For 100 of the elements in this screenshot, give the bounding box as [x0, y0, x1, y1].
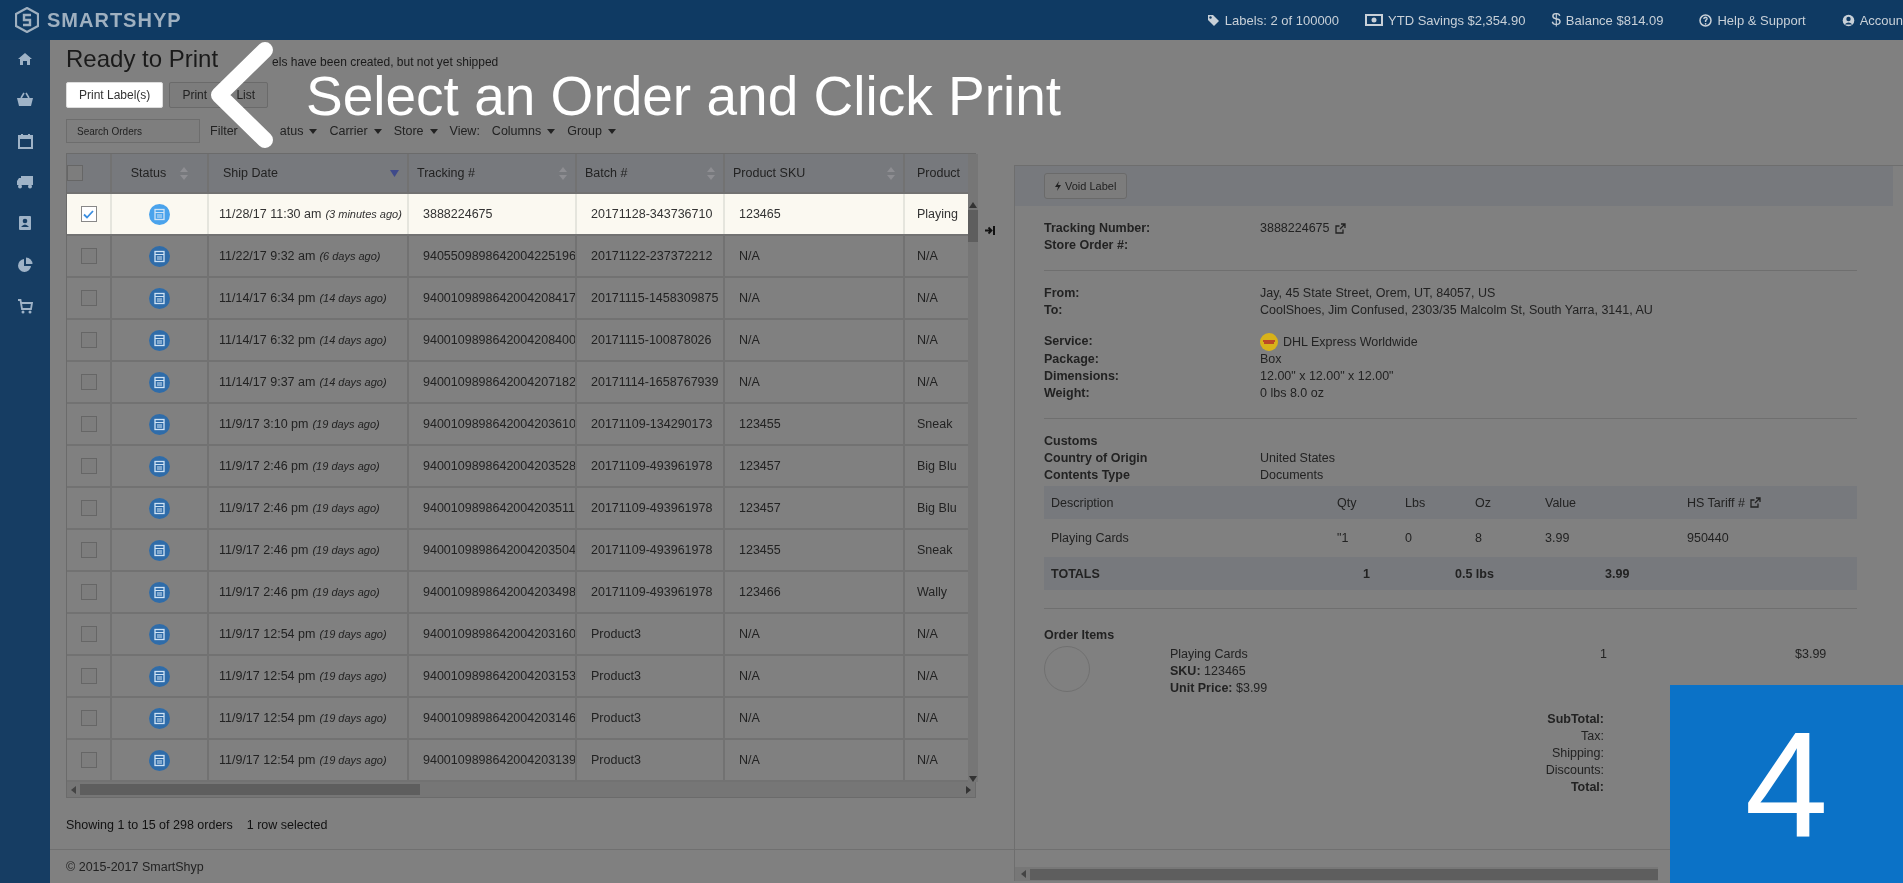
- column-header[interactable]: Tracking #: [417, 166, 475, 180]
- expand-panel-icon[interactable]: [984, 225, 996, 236]
- field-label: Service:: [1044, 333, 1094, 350]
- caret-icon[interactable]: [373, 128, 382, 134]
- external-link-icon[interactable]: [1334, 223, 1346, 234]
- label-status-icon: [149, 413, 170, 435]
- row-checkbox[interactable]: [80, 458, 97, 474]
- tracking-link[interactable]: 3888224675: [1260, 220, 1330, 237]
- tracking-number: 9400109898642004208417: [407, 278, 575, 318]
- tracking-number: 9400109898642004203160: [407, 614, 575, 654]
- caret-icon[interactable]: [547, 128, 556, 134]
- row-checkbox[interactable]: [80, 416, 97, 432]
- truck-icon[interactable]: [16, 175, 34, 189]
- row-checkbox[interactable]: [80, 542, 97, 558]
- row-checkbox[interactable]: [80, 206, 97, 222]
- row-checkbox[interactable]: [80, 248, 97, 264]
- field-label: Country of Origin: [1044, 450, 1149, 467]
- stat-text: Balance $814.09: [1565, 12, 1664, 28]
- copyright-text: © 2015-2017 SmartShyp: [66, 859, 204, 874]
- tag-icon: [1206, 13, 1220, 27]
- filter-dropdown[interactable]: Columns: [491, 124, 542, 138]
- table-cell: 11/9/17 2:46 pm (19 days ago): [207, 488, 407, 528]
- cart-icon[interactable]: [17, 299, 33, 314]
- caret-icon[interactable]: [309, 128, 318, 134]
- field-value: United States: [1260, 450, 1337, 467]
- help-icon[interactable]: [1699, 13, 1713, 27]
- scroll-down-icon[interactable]: [969, 776, 978, 782]
- item-quantity: 1: [1600, 647, 1607, 661]
- carrier-logo-icon: [1260, 333, 1278, 351]
- scroll-up-icon[interactable]: [969, 202, 978, 208]
- select-all-checkbox[interactable]: [67, 165, 83, 181]
- home-icon[interactable]: [17, 52, 33, 66]
- filter-dropdown[interactable]: Group: [567, 124, 602, 138]
- search-field[interactable]: Search Orders: [66, 119, 200, 143]
- contact-card-icon[interactable]: [18, 215, 32, 231]
- row-checkbox[interactable]: [80, 290, 97, 306]
- column-header[interactable]: Product SKU: [733, 166, 806, 180]
- external-link-icon[interactable]: [1749, 497, 1761, 508]
- tracking-number: 9400109898642004207182: [407, 362, 575, 402]
- scrollbar-thumb[interactable]: [80, 784, 420, 795]
- calendar-icon[interactable]: [17, 133, 33, 149]
- field-value: Box: [1260, 351, 1282, 368]
- row-checkbox[interactable]: [80, 500, 97, 516]
- table-cell: Product3: [575, 740, 723, 780]
- step-caption: Select an Order and Click Print: [306, 70, 1062, 122]
- section-title: Order Items: [1044, 627, 1116, 644]
- table-cell-text: 950440: [1686, 531, 1730, 545]
- row-checkbox[interactable]: [80, 584, 97, 600]
- scroll-left-icon[interactable]: [71, 785, 76, 794]
- nav-link[interactable]: Help & Support: [1717, 12, 1806, 28]
- tracking-number: 9400109898642004208400: [407, 320, 575, 360]
- column-header[interactable]: Status: [130, 166, 167, 180]
- table-cell-text: 8: [1474, 531, 1483, 545]
- row-checkbox[interactable]: [80, 668, 97, 684]
- toolbar-button[interactable]: Print Label(s): [66, 82, 164, 108]
- summary-label: Total:: [1570, 779, 1604, 796]
- nav-link[interactable]: Accoun: [1859, 12, 1903, 28]
- table-cell: 11/9/17 3:10 pm (19 days ago): [207, 404, 407, 444]
- column-header[interactable]: Product: [917, 166, 961, 180]
- basket-icon[interactable]: [16, 92, 34, 107]
- filter-dropdown[interactable]: Carrier: [329, 124, 368, 138]
- scroll-left-icon[interactable]: [1021, 870, 1026, 878]
- row-checkbox[interactable]: [80, 374, 97, 390]
- filter-dropdown[interactable]: Store: [393, 124, 424, 138]
- sort-descending-icon[interactable]: [390, 169, 399, 177]
- scroll-right-icon[interactable]: [966, 785, 971, 794]
- row-checkbox[interactable]: [80, 626, 97, 642]
- field-value: CoolShoes, Jim Confused, 2303/35 Malcolm St, South Yarra, 3141, AU: [1260, 302, 1653, 319]
- label-status-icon: [149, 203, 170, 225]
- table-cell: 20171115-1458309875: [575, 278, 723, 318]
- table-cell: N/A: [723, 320, 903, 360]
- vertical-scrollbar[interactable]: [968, 154, 979, 782]
- horizontal-scrollbar[interactable]: [67, 782, 975, 797]
- void-label-button[interactable]: Void Label: [1044, 173, 1128, 199]
- row-checkbox[interactable]: [80, 710, 97, 726]
- table-cell: 11/14/17 6:34 pm (14 days ago): [207, 278, 407, 318]
- field-label: From:: [1044, 285, 1081, 302]
- filter-label: View:: [449, 124, 480, 138]
- column-header[interactable]: Ship Date: [223, 166, 278, 180]
- row-checkbox[interactable]: [80, 332, 97, 348]
- horizontal-scrollbar[interactable]: [1015, 867, 1658, 881]
- row-checkbox[interactable]: [80, 752, 97, 768]
- caret-icon[interactable]: [607, 128, 616, 134]
- filter-label: Filter: [210, 124, 238, 138]
- pie-chart-icon[interactable]: [17, 257, 33, 273]
- caret-icon[interactable]: [429, 128, 438, 134]
- check-icon: [83, 209, 94, 219]
- column-header[interactable]: Batch #: [585, 166, 628, 180]
- table-cell-text: 0: [1404, 531, 1413, 545]
- tracking-number: 3888224675: [407, 194, 575, 234]
- filter-dropdown[interactable]: atus: [279, 124, 304, 138]
- field-value: 12.00" x 12.00" x 12.00": [1260, 368, 1394, 385]
- user-icon[interactable]: [1841, 13, 1855, 27]
- brand-name: SMARTSHYP: [47, 8, 182, 32]
- table-cell-text: "1: [1336, 531, 1350, 545]
- table-cell: 20171114-1658767939: [575, 362, 723, 402]
- column-header: Qty: [1337, 495, 1357, 510]
- column-header: Value: [1545, 495, 1577, 510]
- table-cell: 11/14/17 6:32 pm (14 days ago): [207, 320, 407, 360]
- scrollbar-thumb[interactable]: [968, 210, 979, 242]
